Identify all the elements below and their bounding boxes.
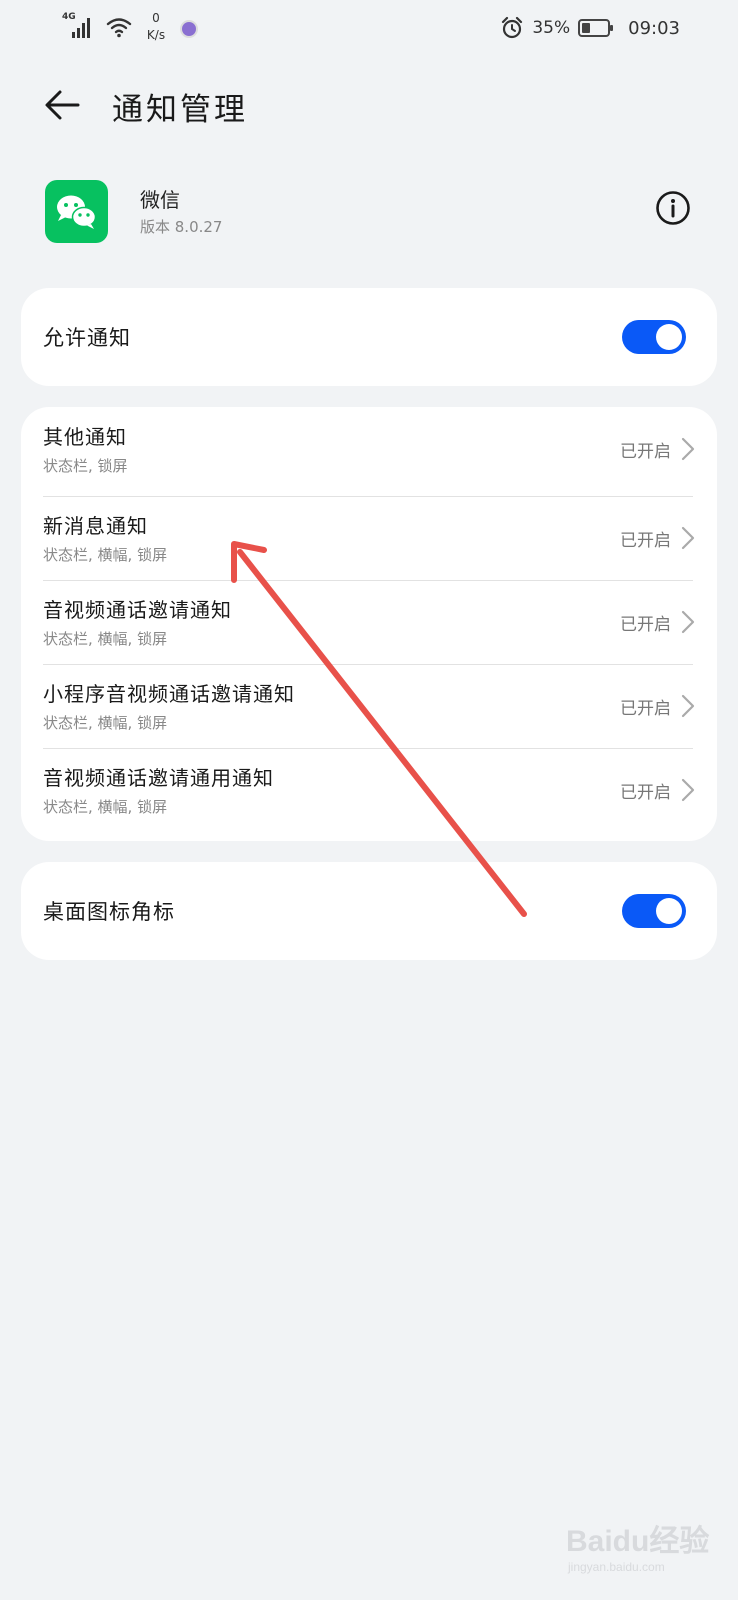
app-info-button[interactable]	[655, 190, 691, 226]
allow-notifications-label: 允许通知	[43, 326, 131, 350]
chevron-right-icon	[681, 526, 695, 550]
toggle-knob	[656, 898, 682, 924]
allow-notifications-card: 允许通知	[21, 288, 717, 386]
channel-title: 新消息通知	[43, 514, 148, 538]
channel-title: 音视频通话邀请通知	[43, 598, 232, 622]
channel-subtitle: 状态栏, 横幅, 锁屏	[43, 630, 168, 648]
channel-status: 已开启	[620, 699, 671, 719]
channel-status: 已开启	[620, 783, 671, 803]
badge-card: 桌面图标角标	[21, 862, 717, 960]
status-right: 35% 09:03	[500, 16, 680, 40]
channel-title: 其他通知	[43, 425, 127, 449]
clock: 09:03	[628, 17, 680, 39]
chevron-right-icon	[681, 778, 695, 802]
channel-subtitle: 状态栏, 锁屏	[43, 457, 128, 475]
notification-channels-card: 其他通知 状态栏, 锁屏 已开启 新消息通知 状态栏, 横幅, 锁屏 已开启 音…	[21, 407, 717, 841]
app-version: 版本 8.0.27	[140, 218, 223, 236]
signal-icon: 4G	[62, 12, 96, 38]
back-arrow-icon	[45, 90, 80, 120]
channel-row-new-message[interactable]: 新消息通知 状态栏, 横幅, 锁屏 已开启	[21, 496, 717, 580]
badge-label: 桌面图标角标	[43, 900, 175, 924]
channel-title: 小程序音视频通话邀请通知	[43, 682, 295, 706]
wechat-icon	[45, 180, 108, 243]
toggle-knob	[656, 324, 682, 350]
status-left: 4G 0 K/s	[62, 10, 198, 44]
app-info: 微信 版本 8.0.27	[0, 170, 738, 250]
status-bar: 4G 0 K/s 35% 09:03	[0, 0, 738, 60]
net-speed: 0 K/s	[142, 10, 170, 44]
channel-row-av-call-invite[interactable]: 音视频通话邀请通知 状态栏, 横幅, 锁屏 已开启	[21, 580, 717, 664]
battery-icon	[578, 19, 614, 37]
wifi-icon	[106, 18, 132, 38]
net-speed-unit: K/s	[146, 28, 166, 42]
page-title: 通知管理	[112, 92, 248, 128]
baidu-watermark-logo: Baidu经验	[566, 1525, 710, 1558]
channel-status: 已开启	[620, 531, 671, 551]
page-header: 通知管理	[0, 70, 738, 140]
net-speed-value: 0	[152, 11, 160, 25]
chevron-right-icon	[681, 610, 695, 634]
channel-title: 音视频通话邀请通用通知	[43, 766, 274, 790]
info-icon	[656, 191, 690, 225]
battery-percent: 35%	[532, 18, 571, 38]
channel-subtitle: 状态栏, 横幅, 锁屏	[43, 546, 168, 564]
back-button[interactable]	[38, 80, 88, 130]
channel-subtitle: 状态栏, 横幅, 锁屏	[43, 798, 168, 816]
channel-row-other[interactable]: 其他通知 状态栏, 锁屏 已开启	[21, 407, 717, 491]
channel-status: 已开启	[620, 442, 671, 462]
chevron-right-icon	[681, 694, 695, 718]
chevron-right-icon	[681, 437, 695, 461]
alarm-icon	[502, 16, 523, 39]
baidu-watermark-url: jingyan.baidu.com	[568, 1560, 665, 1574]
channel-row-av-call-general[interactable]: 音视频通话邀请通用通知 状态栏, 横幅, 锁屏 已开启	[21, 748, 717, 832]
channel-status: 已开启	[620, 615, 671, 635]
badge-toggle[interactable]	[622, 894, 686, 928]
channel-subtitle: 状态栏, 横幅, 锁屏	[43, 714, 168, 732]
allow-notifications-toggle[interactable]	[622, 320, 686, 354]
notification-app-icon	[180, 20, 198, 38]
battery-level-fill	[582, 23, 591, 33]
channel-row-miniprogram-call-invite[interactable]: 小程序音视频通话邀请通知 状态栏, 横幅, 锁屏 已开启	[21, 664, 717, 748]
app-name: 微信	[140, 188, 180, 212]
